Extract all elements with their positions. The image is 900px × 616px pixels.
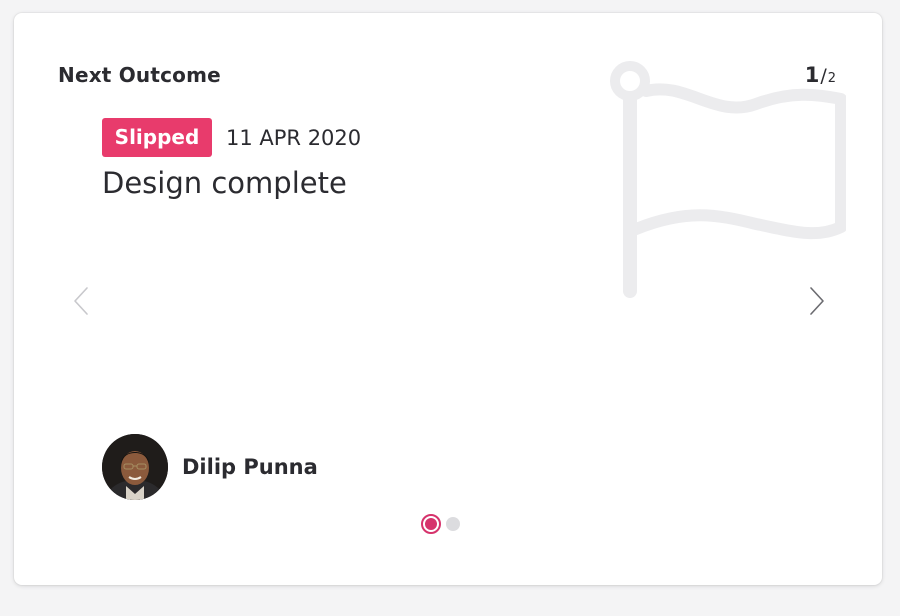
flag-icon xyxy=(610,61,846,298)
pagination-dot-2[interactable] xyxy=(446,517,460,531)
chevron-right-icon xyxy=(810,287,824,315)
status-badge: Slipped xyxy=(102,118,212,157)
pagination-dot-1[interactable] xyxy=(421,514,441,534)
owner-name: Dilip Punna xyxy=(182,455,318,479)
outcome-title: Design complete xyxy=(102,166,347,200)
avatar xyxy=(102,434,168,500)
card-title: Next Outcome xyxy=(58,63,221,87)
pagination-dots xyxy=(421,511,460,537)
chevron-left-icon xyxy=(74,287,88,315)
next-outcome-card: Next Outcome 1/2 Slipped 11 APR 2020 Des… xyxy=(14,13,882,585)
previous-button[interactable] xyxy=(66,283,96,319)
next-button[interactable] xyxy=(802,283,832,319)
outcome-date: 11 APR 2020 xyxy=(226,126,362,150)
